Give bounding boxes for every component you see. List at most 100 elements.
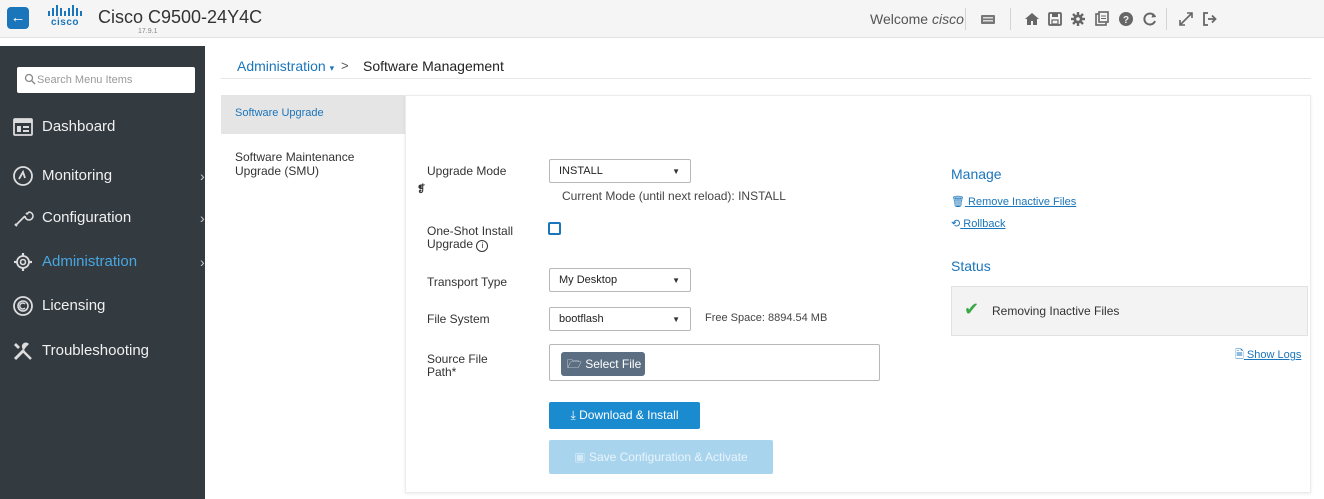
toolbar-divider	[1166, 8, 1167, 30]
upgrade-mode-label: Upgrade Mode	[427, 164, 507, 178]
sidebar-item-label: Monitoring	[42, 167, 113, 184]
file-system-label: File System	[427, 312, 490, 326]
sidebar-item-label: Dashboard	[42, 118, 116, 135]
breadcrumb-separator: >	[341, 58, 349, 73]
tools-icon	[13, 342, 32, 361]
trash-icon: 🗑	[951, 196, 965, 208]
current-mode-note: Current Mode (until next reload): INSTAL…	[562, 189, 786, 203]
one-shot-label: One-Shot Install Upgrade i	[427, 225, 522, 252]
device-name: Cisco C9500-24Y4C	[98, 7, 263, 27]
logout-icon[interactable]	[1200, 9, 1220, 29]
sidebar-item-monitoring[interactable]: Monitoring ›	[0, 156, 205, 196]
show-logs-link[interactable]: 🗎 Show Logs	[1235, 346, 1301, 365]
sidebar-item-dashboard[interactable]: Dashboard	[0, 107, 205, 147]
welcome-prefix: Welcome	[870, 11, 929, 27]
info-icon: ❡	[417, 184, 426, 195]
expand-icon[interactable]	[1176, 9, 1196, 29]
select-file-button[interactable]: 🗁 Select File	[561, 352, 645, 376]
chevron-down-icon: ▼	[672, 276, 680, 285]
status-box: ✔ Removing Inactive Files	[951, 286, 1308, 336]
toolbar-divider	[1010, 8, 1011, 30]
document-icon: 🗎	[1235, 349, 1244, 361]
gear-icon	[14, 253, 32, 271]
chevron-down-icon: ▼	[672, 315, 680, 324]
chevron-right-icon: ›	[200, 168, 205, 184]
upgrade-mode-select[interactable]: INSTALL ▼	[549, 159, 691, 183]
device-icon[interactable]	[978, 9, 998, 29]
sidebar-item-label: Administration	[42, 253, 138, 270]
source-file-label: Source File Path*	[427, 352, 488, 379]
chevron-right-icon: ›	[200, 210, 205, 226]
show-logs-label: Show Logs	[1246, 349, 1302, 361]
breadcrumb-parent-label: Administration	[237, 58, 326, 74]
save-activate-label: Save Configuration & Activate	[588, 450, 748, 464]
sidebar-item-administration[interactable]: Administration ›	[0, 242, 205, 282]
select-file-label: Select File	[585, 357, 642, 371]
upgrade-mode-value: INSTALL	[559, 165, 603, 177]
download-icon: ⤓	[570, 408, 576, 422]
breadcrumb-administration[interactable]: Administration ▾	[237, 58, 334, 74]
folder-open-icon: 🗁	[567, 357, 582, 371]
sidebar-item-label: Licensing	[42, 297, 106, 314]
tab-software-maintenance-upgrade[interactable]: Software Maintenance Upgrade (SMU)	[221, 150, 405, 190]
download-install-button[interactable]: ⤓ Download & Install	[549, 402, 700, 429]
sidebar-item-label: Troubleshooting	[42, 342, 150, 359]
one-shot-checkbox[interactable]	[548, 222, 561, 235]
tab-software-upgrade[interactable]: Software Upgrade	[221, 95, 405, 134]
undo-icon: ⟲	[951, 218, 961, 230]
tab-label: Software Maintenance Upgrade (SMU)	[235, 150, 355, 178]
one-shot-label-text: One-Shot Install Upgrade	[427, 224, 514, 251]
top-bar: ← cisco Cisco C9500-24Y4C 17.9.1 Welcome…	[0, 0, 1324, 38]
back-button[interactable]: ←	[7, 7, 29, 29]
home-icon[interactable]	[1022, 9, 1042, 29]
transport-type-label: Transport Type	[427, 275, 508, 289]
source-file-box: 🗁 Select File	[549, 344, 880, 381]
sidebar-item-licensing[interactable]: Licensing	[0, 286, 205, 326]
cisco-logo: cisco	[40, 5, 90, 33]
search-icon	[24, 73, 36, 85]
download-install-label: Download & Install	[579, 408, 679, 422]
toolbar-divider	[965, 8, 966, 30]
sidebar-item-troubleshooting[interactable]: Troubleshooting	[0, 331, 205, 371]
caret-down-icon: ▾	[329, 63, 335, 73]
save-icon: ▣	[574, 450, 586, 464]
help-icon[interactable]: ?	[1116, 9, 1136, 29]
file-system-select[interactable]: bootflash ▼	[549, 307, 691, 331]
welcome-text: Welcome cisco	[870, 11, 964, 27]
transport-type-select[interactable]: My Desktop ▼	[549, 268, 691, 292]
licensing-icon	[13, 296, 33, 316]
monitoring-icon	[13, 166, 33, 186]
device-version: 17.9.1	[138, 28, 158, 35]
free-space-text: Free Space: 8894.54 MB	[705, 312, 828, 324]
remove-inactive-files-link[interactable]: 🗑 Remove Inactive Files	[951, 195, 1076, 208]
save-icon[interactable]	[1045, 9, 1065, 29]
username: cisco	[931, 11, 964, 27]
tab-label: Software Upgrade	[235, 107, 324, 119]
gear-icon[interactable]	[1068, 9, 1088, 29]
rollback-link[interactable]: ⟲ Rollback	[951, 217, 1005, 230]
sidebar: Dashboard Monitoring › Configuration › A…	[0, 46, 205, 499]
file-system-value: bootflash	[559, 313, 604, 325]
refresh-icon[interactable]	[1140, 9, 1160, 29]
breadcrumb-current: Software Management	[363, 58, 504, 74]
chevron-down-icon: ▼	[672, 167, 680, 176]
svg-text:?: ?	[1123, 15, 1129, 26]
checkmark-icon: ✔	[964, 299, 980, 319]
info-circle-icon[interactable]: i	[476, 240, 489, 252]
commands-icon[interactable]	[1092, 9, 1112, 29]
sidebar-item-label: Configuration	[42, 209, 132, 226]
rollback-label: Rollback	[963, 218, 1006, 230]
search-input[interactable]	[37, 71, 187, 89]
transport-type-value: My Desktop	[559, 274, 618, 286]
dashboard-icon	[13, 118, 33, 136]
search-box[interactable]	[17, 67, 195, 93]
chevron-right-icon: ›	[200, 254, 205, 270]
status-message: Removing Inactive Files	[992, 304, 1120, 318]
save-activate-button[interactable]: ▣ Save Configuration & Activate	[549, 440, 773, 474]
breadcrumb: Administration ▾ > Software Management	[221, 49, 1311, 79]
wrench-icon	[14, 211, 34, 227]
software-upgrade-panel: Upgrade Mode ❡ INSTALL ▼ Current Mode (u…	[405, 95, 1311, 493]
status-title: Status	[951, 258, 991, 274]
remove-inactive-label: Remove Inactive Files	[968, 196, 1077, 208]
sidebar-item-configuration[interactable]: Configuration ›	[0, 198, 205, 238]
